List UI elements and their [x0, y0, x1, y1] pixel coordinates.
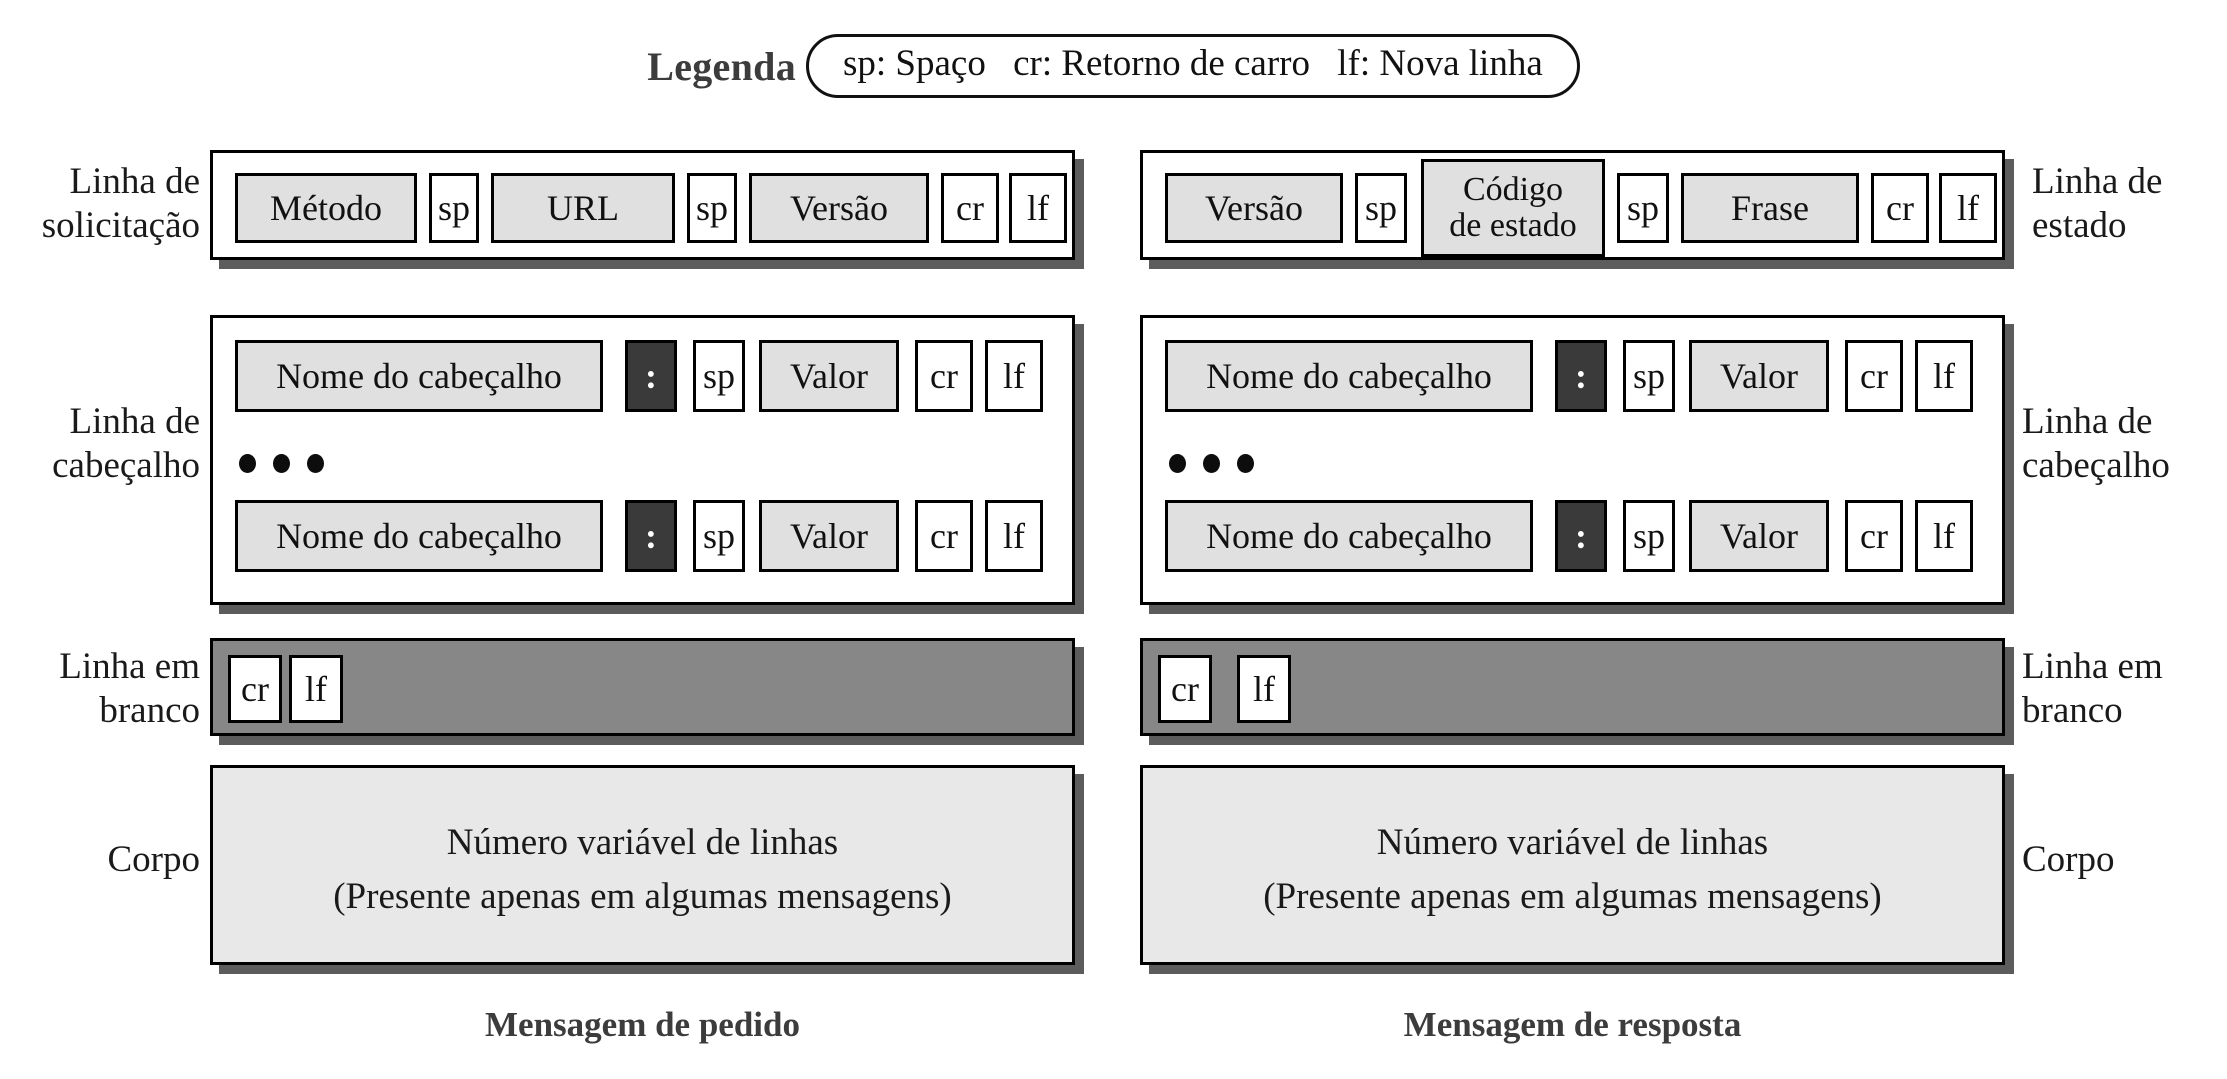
header-lines-ellipsis [1169, 454, 1254, 473]
token-blank-lf: lf [1237, 655, 1291, 723]
ellipsis-dot [273, 454, 290, 473]
label-request-blank-line: Linha em branco [59, 646, 200, 731]
token-sp-1: sp [429, 173, 479, 243]
token-header-name-last: Nome do cabeçalho [1165, 500, 1533, 572]
request-body-text: Número variável de linhas (Presente apen… [333, 822, 952, 917]
legend-row: Legenda sp: Spaço cr: Retorno de carro l… [0, 28, 2227, 104]
token-url: URL [491, 173, 675, 243]
legend-box: sp: Spaço cr: Retorno de carro lf: Nova … [806, 34, 1580, 98]
token-lf-last: lf [1915, 500, 1973, 572]
request-start-line-panel: Método sp URL sp Versão cr lf [210, 150, 1075, 260]
response-start-line-panel: Versão sp Código de estado sp Frase cr l… [1140, 150, 2005, 260]
response-body-text: Número variável de linhas (Presente apen… [1263, 822, 1882, 917]
request-header-lines-panel: Nome do cabeçalho : sp Valor cr lf Nome … [210, 315, 1075, 605]
label-request-start-line: Linha de solicitação [41, 161, 200, 246]
label-response-body: Corpo [2022, 839, 2115, 880]
token-method: Método [235, 173, 417, 243]
request-blank-line-panel: cr lf [210, 638, 1075, 736]
response-caption: Mensagem de resposta [1403, 1005, 1742, 1044]
token-version: Versão [749, 173, 929, 243]
ellipsis-dot [1237, 454, 1254, 473]
token-cr: cr [941, 173, 999, 243]
token-value-last: Valor [759, 500, 899, 572]
token-lf: lf [1939, 173, 1997, 243]
token-sp-1: sp [1355, 173, 1407, 243]
label-response-blank-line: Linha em branco [2022, 646, 2163, 731]
token-cr-last: cr [1845, 500, 1903, 572]
token-status-code: Código de estado [1421, 159, 1605, 257]
token-version: Versão [1165, 173, 1343, 243]
token-lf-first: lf [985, 340, 1043, 412]
token-cr: cr [1871, 173, 1929, 243]
response-header-lines-panel: Nome do cabeçalho : sp Valor cr lf Nome … [1140, 315, 2005, 605]
token-blank-cr: cr [228, 655, 282, 723]
legend-entry-cr: cr: Retorno de carro [1013, 43, 1310, 85]
legend-entry-sp: sp: Spaço [843, 43, 986, 85]
token-sp-2: sp [1617, 173, 1669, 243]
token-cr-first: cr [915, 340, 973, 412]
token-cr-last: cr [915, 500, 973, 572]
token-header-name-first: Nome do cabeçalho [1165, 340, 1533, 412]
token-cr-first: cr [1845, 340, 1903, 412]
ellipsis-dot [239, 454, 256, 473]
token-sp-last: sp [1623, 500, 1675, 572]
token-sp-first: sp [1623, 340, 1675, 412]
token-lf-first: lf [1915, 340, 1973, 412]
token-blank-lf: lf [289, 655, 343, 723]
token-sp-last: sp [693, 500, 745, 572]
label-response-start-line: Linha de estado [2032, 161, 2163, 246]
header-lines-ellipsis [239, 454, 324, 473]
token-value-first: Valor [759, 340, 899, 412]
token-header-name-first: Nome do cabeçalho [235, 340, 603, 412]
token-header-name-last: Nome do cabeçalho [235, 500, 603, 572]
token-sp-2: sp [687, 173, 737, 243]
token-colon-first: : [625, 340, 677, 412]
legend-entry-lf: lf: Nova linha [1337, 43, 1543, 85]
token-phrase: Frase [1681, 173, 1859, 243]
token-lf: lf [1009, 173, 1067, 243]
token-lf-last: lf [985, 500, 1043, 572]
ellipsis-dot [307, 454, 324, 473]
token-value-last: Valor [1689, 500, 1829, 572]
token-sp-first: sp [693, 340, 745, 412]
response-blank-line-panel: cr lf [1140, 638, 2005, 736]
request-body-panel: Número variável de linhas (Presente apen… [210, 765, 1075, 965]
token-value-first: Valor [1689, 340, 1829, 412]
response-body-panel: Número variável de linhas (Presente apen… [1140, 765, 2005, 965]
request-caption: Mensagem de pedido [485, 1005, 800, 1044]
label-request-header-lines: Linha de cabeçalho [52, 401, 200, 486]
ellipsis-dot [1203, 454, 1220, 473]
token-colon-last: : [625, 500, 677, 572]
token-colon-last: : [1555, 500, 1607, 572]
legend-label: Legenda [647, 43, 796, 89]
ellipsis-dot [1169, 454, 1186, 473]
label-response-header-lines: Linha de cabeçalho [2022, 401, 2170, 486]
token-colon-first: : [1555, 340, 1607, 412]
token-blank-cr: cr [1158, 655, 1212, 723]
label-request-body: Corpo [107, 839, 201, 880]
